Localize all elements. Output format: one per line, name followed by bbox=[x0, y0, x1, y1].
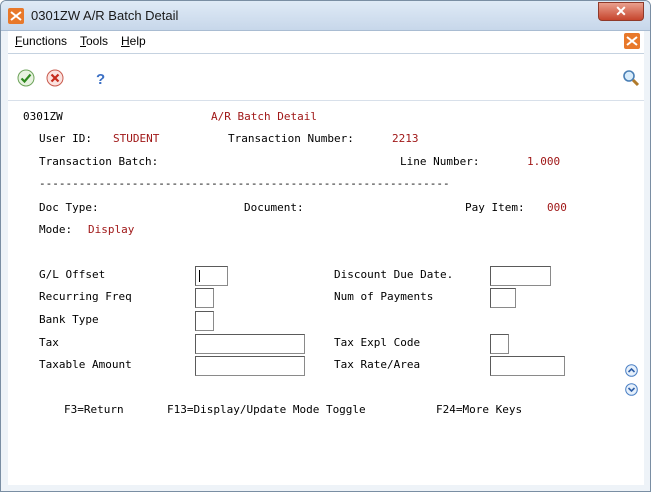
num-of-payments-label: Num of Payments bbox=[334, 290, 434, 303]
menu-bar: Functions Tools Help bbox=[8, 31, 644, 54]
bank-type-label: Bank Type bbox=[39, 313, 99, 326]
ok-check-icon[interactable] bbox=[17, 69, 35, 87]
text-cursor bbox=[199, 270, 200, 282]
program-id: 0301ZW bbox=[23, 110, 63, 123]
tax-rate-area-label: Tax Rate/Area bbox=[334, 358, 421, 371]
mode-label: Mode: bbox=[39, 223, 73, 236]
user-id-label: User ID: bbox=[39, 132, 92, 145]
menu-help[interactable]: Help bbox=[121, 34, 146, 48]
gl-offset-label: G/L Offset bbox=[39, 268, 106, 281]
title-bar[interactable]: 0301ZW A/R Batch Detail ✕ bbox=[1, 1, 650, 31]
menu-help-label: elp bbox=[129, 34, 146, 48]
discount-due-date-input[interactable] bbox=[490, 266, 551, 286]
taxable-amount-label: Taxable Amount bbox=[39, 358, 132, 371]
f24-more-keys[interactable]: F24=More Keys bbox=[436, 403, 522, 417]
recurring-freq-input[interactable] bbox=[195, 288, 214, 308]
user-id-value: STUDENT bbox=[113, 132, 160, 145]
scroll-up-icon[interactable] bbox=[625, 364, 638, 377]
separator-line: ----------------------------------------… bbox=[39, 177, 450, 190]
line-number-value: 1.000 bbox=[527, 155, 561, 168]
menu-tools[interactable]: Tools bbox=[80, 34, 108, 48]
menu-functions[interactable]: Functions bbox=[15, 34, 67, 48]
window-title: 0301ZW A/R Batch Detail bbox=[31, 8, 179, 23]
recurring-freq-label: Recurring Freq bbox=[39, 290, 132, 303]
pay-item-label: Pay Item: bbox=[465, 201, 525, 214]
screen-title: A/R Batch Detail bbox=[211, 110, 317, 123]
tax-input[interactable] bbox=[195, 334, 305, 354]
close-icon: ✕ bbox=[615, 3, 627, 19]
taxable-amount-input[interactable] bbox=[195, 356, 305, 376]
screen-content: 0301ZW A/R Batch Detail User ID: STUDENT… bbox=[8, 100, 644, 485]
tax-rate-area-input[interactable] bbox=[490, 356, 565, 376]
cancel-x-icon[interactable] bbox=[46, 69, 64, 87]
num-of-payments-input[interactable] bbox=[490, 288, 516, 308]
line-number-label: Line Number: bbox=[400, 155, 480, 168]
bank-type-input[interactable] bbox=[195, 311, 214, 331]
f13-mode-toggle-key[interactable]: F13=Display/Update Mode Toggle bbox=[167, 403, 366, 417]
pay-item-value: 000 bbox=[547, 201, 567, 214]
f3-return-key[interactable]: F3=Return bbox=[64, 403, 124, 417]
close-button[interactable]: ✕ bbox=[598, 2, 644, 21]
discount-due-date-label: Discount Due Date. bbox=[334, 268, 454, 281]
document-label: Document: bbox=[244, 201, 304, 214]
transaction-number-label: Transaction Number: bbox=[228, 132, 354, 145]
doc-type-label: Doc Type: bbox=[39, 201, 99, 214]
scroll-down-icon[interactable] bbox=[625, 383, 638, 396]
tax-expl-code-label: Tax Expl Code bbox=[334, 336, 421, 349]
transaction-number-value: 2213 bbox=[392, 132, 419, 145]
toolbar: ? bbox=[8, 54, 644, 100]
svg-text:?: ? bbox=[96, 71, 105, 87]
gl-offset-input[interactable] bbox=[195, 266, 228, 286]
app-logo-icon bbox=[8, 8, 24, 24]
logo-icon bbox=[624, 33, 640, 49]
tax-label: Tax bbox=[39, 336, 59, 349]
mode-value: Display bbox=[88, 223, 135, 236]
application-window: 0301ZW A/R Batch Detail ✕ Functions Tool… bbox=[0, 0, 651, 492]
search-icon[interactable] bbox=[622, 69, 640, 87]
transaction-batch-label: Transaction Batch: bbox=[39, 155, 159, 168]
tax-expl-code-input[interactable] bbox=[490, 334, 509, 354]
menu-functions-label: unctions bbox=[22, 34, 68, 48]
menu-tools-label: ools bbox=[86, 34, 109, 48]
help-question-icon[interactable]: ? bbox=[91, 69, 109, 87]
